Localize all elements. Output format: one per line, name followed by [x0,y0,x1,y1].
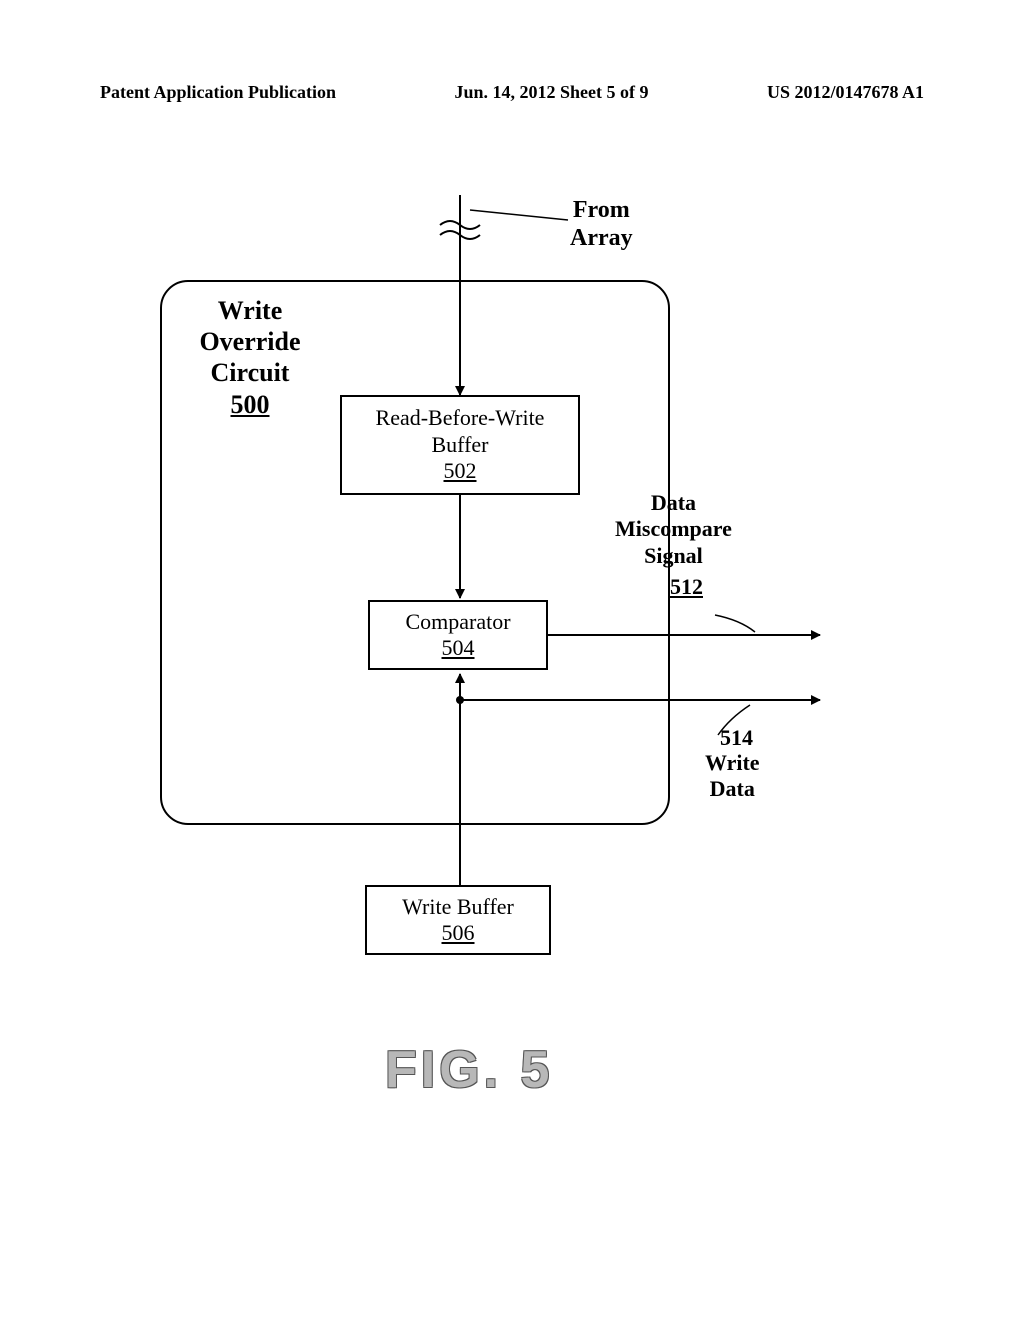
ref-500: 500 [170,389,330,420]
write-data-label: Write Data [705,750,760,803]
title-line: Circuit [170,357,330,388]
page-header: Patent Application Publication Jun. 14, … [100,82,924,103]
leader-from-array [470,210,568,220]
read-before-write-buffer-block: Read-Before-Write Buffer 502 [340,395,580,495]
block-label: Write Buffer [402,894,514,920]
leader-512 [715,615,755,632]
ref-512: 512 [670,574,703,600]
title-line: Write [170,295,330,326]
ref-502: 502 [444,458,477,484]
label-line: Array [570,225,633,253]
label-line: Data [615,490,732,516]
write-buffer-block: Write Buffer 506 [365,885,551,955]
figure-caption: FIG. 5 [385,1040,553,1100]
figure-5-diagram: Write Override Circuit 500 Read-Before-W… [100,180,940,1080]
block-label: Comparator [405,609,510,635]
ref-514: 514 [720,725,753,751]
comparator-block: Comparator 504 [368,600,548,670]
block-label: Buffer [431,432,488,458]
header-left: Patent Application Publication [100,82,336,103]
ref-506: 506 [442,920,475,946]
from-array-label: From Array [570,197,633,252]
label-line: Miscompare [615,516,732,542]
ref-504: 504 [442,635,475,661]
label-line: Write [705,750,760,776]
label-line: From [570,197,633,225]
header-center: Jun. 14, 2012 Sheet 5 of 9 [454,82,648,103]
block-label: Read-Before-Write [376,405,545,431]
title-line: Override [170,326,330,357]
label-line: Data [705,776,760,802]
data-miscompare-signal-label: Data Miscompare Signal [615,490,732,569]
header-right: US 2012/0147678 A1 [767,82,924,103]
write-override-title: Write Override Circuit 500 [170,295,330,420]
label-line: Signal [615,543,732,569]
